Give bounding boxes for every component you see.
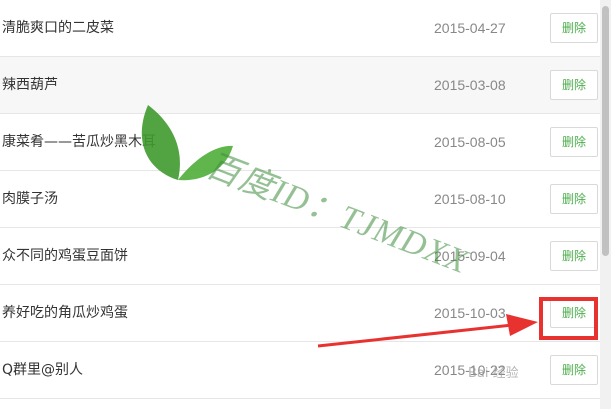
recipe-list-page: 清脆爽口的二皮菜 2015-04-27 删除 辣西葫芦 2015-03-08 删… (0, 0, 611, 409)
baidu-jingyan-watermark: Bai 经验 (468, 366, 519, 381)
annotation-highlight-box (539, 297, 598, 340)
annotation-arrow-icon (317, 314, 538, 348)
